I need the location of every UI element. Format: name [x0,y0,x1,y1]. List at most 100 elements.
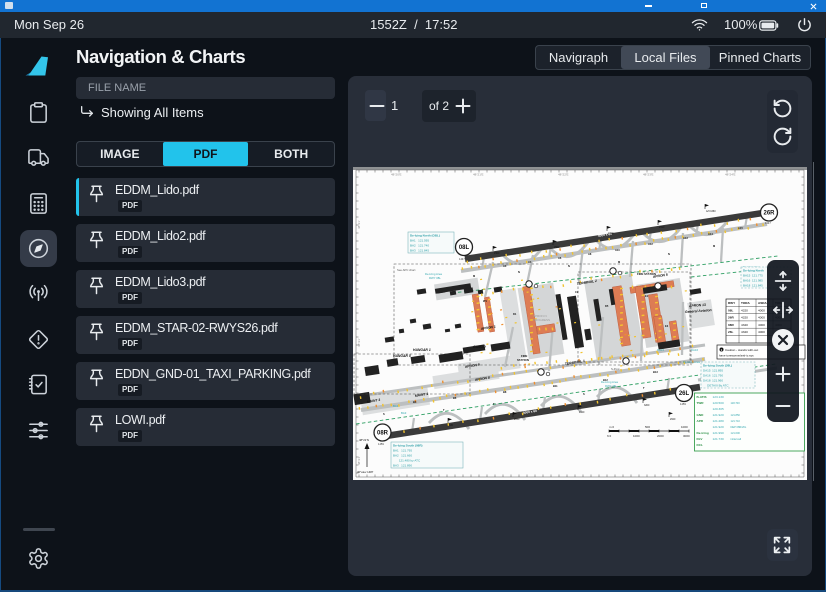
svg-text:48°20'E: 48°20'E [391,173,401,177]
svg-text:TORA: TORA [741,301,750,305]
svg-text:1447: 1447 [459,257,465,261]
svg-text:2620: 2620 [670,418,676,421]
svg-text:08L: 08L [728,308,733,312]
svg-text:A15: A15 [738,226,743,230]
svg-text:118.700: 118.700 [731,401,741,405]
svg-text:B8: B8 [503,390,507,394]
svg-text:121.850: 121.850 [731,413,741,417]
svg-text:De-Icing: De-Icing [697,431,709,435]
svg-text:ft 0: ft 0 [607,434,612,438]
svg-text:Caution - stands with-out: Caution - stands with-out [725,348,758,352]
svg-text:B-ATIS: B-ATIS [697,395,707,399]
svg-text:CARGO: CARGO [473,345,486,349]
svg-text:1459: 1459 [378,442,384,446]
svg-text:N: N [668,252,670,256]
svg-text:A10: A10 [615,248,620,252]
svg-text:E3: E3 [665,324,669,328]
svg-text:BA1 121.795: BA1 121.795 [393,449,412,453]
svg-text:48°21': 48°21' [357,456,361,465]
svg-text:S-Post: S-Post [611,367,620,371]
svg-text:4000: 4000 [758,330,765,334]
svg-text:A4: A4 [528,260,532,264]
svg-text:A13: A13 [683,236,688,240]
svg-text:1500: 1500 [494,252,500,255]
svg-text:2590: 2590 [659,226,665,229]
svg-text:121.730: 121.730 [713,437,724,441]
svg-text:APR: APR [697,419,704,423]
svg-text:De-Icing Area: De-Icing Area [683,360,700,364]
svg-text:121.990: 121.990 [713,431,724,435]
svg-text:HANGAR 1: HANGAR 1 [413,348,431,352]
svg-text:De-Icing North (OBL): De-Icing North (OBL) [410,234,440,238]
svg-text:4320: 4320 [741,323,748,327]
svg-text:N: N [518,270,520,274]
svg-text:1447: 1447 [765,221,771,225]
svg-text:48°24'E: 48°24'E [725,173,735,177]
svg-text:48°21': 48°21' [357,338,361,347]
svg-text:STATION: STATION [517,358,529,362]
svg-text:4000: 4000 [758,316,765,320]
svg-text:40°elev 1487: 40°elev 1487 [357,470,374,474]
svg-text:920: 920 [449,424,454,427]
svg-text:E1: E1 [645,294,649,298]
svg-text:De-Icing South (08R): De-Icing South (08R) [393,444,423,448]
svg-text:B13: B13 [653,370,658,374]
svg-text:GND: GND [697,413,705,417]
svg-text:08R: 08R [377,431,389,437]
svg-text:PROGRESS: PROGRESS [533,318,550,322]
svg-text:26L: 26L [728,330,733,334]
svg-text:DLV: DLV [697,437,704,441]
svg-text:BA2 121.740: BA2 121.740 [410,244,429,248]
svg-text:M: M [473,274,475,278]
svg-text:D5: D5 [605,304,609,308]
svg-text:D1: D1 [513,312,517,316]
svg-text:S: S [583,392,585,396]
svg-text:De-Icing South (26L): De-Icing South (26L) [703,364,732,368]
svg-text:48°21'N: 48°21'N [359,438,369,442]
svg-text:48°22'E: 48°22'E [558,173,568,177]
svg-text:BA2 121.660: BA2 121.660 [393,454,412,458]
svg-text:2040: 2040 [514,418,520,421]
svg-text:08L: 08L [459,245,470,251]
svg-text:See APC chart: See APC chart [397,268,416,272]
svg-text:B11: B11 [553,384,558,388]
svg-text:121.710: 121.710 [731,419,741,423]
svg-text:500: 500 [645,425,650,429]
svg-text:RWY 08L: RWY 08L [429,276,441,280]
svg-text:A/3 1660: A/3 1660 [706,210,716,213]
svg-text:B4: B4 [413,400,417,404]
svg-text:DEP 08R/26L: DEP 08R/26L [731,425,747,429]
svg-text:A12: A12 [648,242,653,246]
svg-text:DETAXI By ATC: DETAXI By ATC [703,384,729,388]
svg-text:initial call: initial call [731,437,742,441]
svg-text:A3: A3 [503,264,507,268]
svg-text:DCL: DCL [697,443,703,447]
svg-text:26R: 26R [763,211,775,217]
svg-text:HANGAR 5: HANGAR 5 [393,354,411,358]
svg-text:121.480 by ATC: 121.480 by ATC [393,459,421,463]
svg-text:N: N [568,264,570,268]
svg-text:M: M [713,244,715,248]
svg-text:DA16: DA16 [691,348,698,352]
svg-text:3000: 3000 [683,434,690,438]
svg-text:DA15: DA15 [657,348,664,352]
svg-text:2000: 2000 [657,434,664,438]
svg-text:120.500: 120.500 [713,401,724,405]
svg-text:BA15 121.775: BA15 121.775 [743,274,763,278]
svg-text:FIRE STATION: FIRE STATION [637,272,656,276]
svg-text:48°21': 48°21' [357,220,361,229]
svg-text:BA16 121.985: BA16 121.985 [743,279,763,283]
svg-text:48°21'E: 48°21'E [473,173,483,177]
svg-text:26L: 26L [679,391,690,397]
svg-text:1000: 1000 [633,434,640,438]
svg-text:4320: 4320 [741,316,748,320]
svg-text:have torescene/anti-ic sys: have torescene/anti-ic sys [719,354,754,358]
svg-text:A8: A8 [588,252,592,256]
svg-text:BA1: BA1 [393,404,399,408]
svg-text:W1: W1 [483,299,487,303]
svg-text:121.280: 121.280 [713,419,724,423]
svg-text:BA1 121.595: BA1 121.595 [410,239,429,243]
svg-text:121.920: 121.920 [713,413,724,417]
svg-text:DA16 121.790: DA16 121.790 [703,374,723,378]
svg-text:M: M [618,260,620,264]
